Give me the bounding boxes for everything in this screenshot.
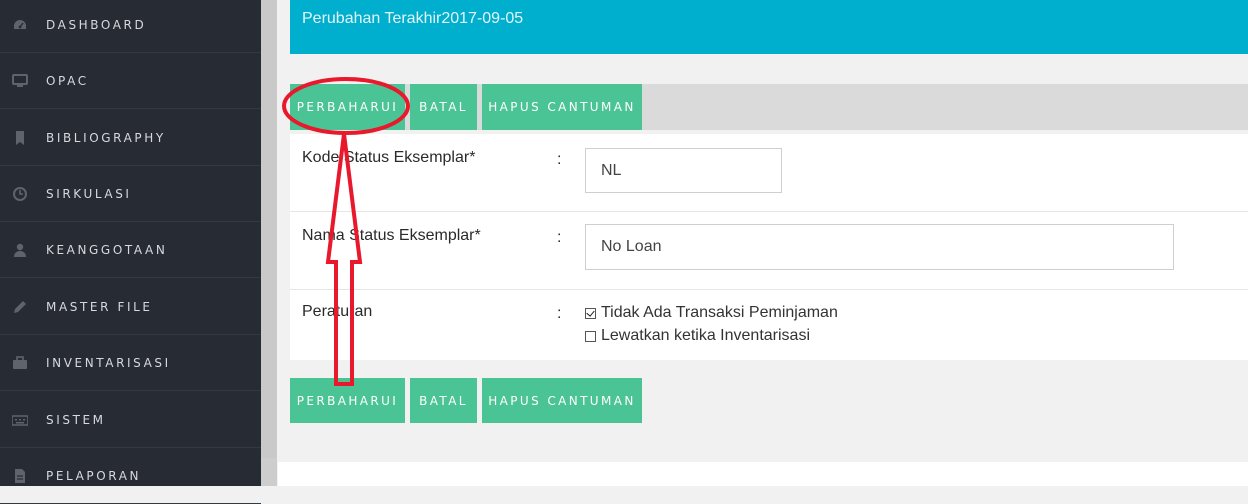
- skip-inventory-checkbox[interactable]: [585, 330, 596, 342]
- file-icon: [12, 468, 28, 484]
- user-icon: [12, 242, 28, 258]
- sidebar-item-opac[interactable]: OPAC: [0, 53, 261, 109]
- sidebar-item-label: DASHBOARD: [46, 17, 147, 32]
- no-loan-transaction-checkbox[interactable]: [585, 307, 596, 319]
- bottom-panel: [278, 462, 1248, 486]
- code-label: Kode Status Eksemplar*: [302, 149, 476, 166]
- no-loan-transaction-label: Tidak Ada Transaksi Peminjaman: [601, 304, 838, 321]
- sidebar-item-master-file[interactable]: MASTER FILE: [0, 279, 261, 335]
- bookmark-icon: [12, 130, 28, 146]
- sidebar-divider-bottom: [261, 458, 277, 486]
- sidebar-divider: [261, 0, 277, 458]
- code-input[interactable]: [585, 148, 782, 193]
- row-divider: [290, 211, 1248, 212]
- rules-colon: :: [557, 305, 562, 322]
- delete-record-button-top[interactable]: HAPUS CANTUMAN: [482, 84, 642, 130]
- row-divider: [290, 289, 1248, 290]
- sidebar-item-label: OPAC: [46, 73, 89, 88]
- cancel-button-bottom[interactable]: BATAL: [410, 378, 477, 423]
- sidebar: DASHBOARD OPAC BIBLIOGRAPHY SIRKULASI KE…: [0, 0, 261, 504]
- sidebar-item-bibliography[interactable]: BIBLIOGRAPHY: [0, 110, 261, 166]
- sidebar-item-label: SISTEM: [46, 412, 106, 427]
- sidebar-item-inventarisasi[interactable]: INVENTARISASI: [0, 335, 261, 391]
- update-button-top[interactable]: PERBAHARUI: [290, 84, 405, 130]
- update-button-bottom[interactable]: PERBAHARUI: [290, 378, 405, 423]
- rules-label: Peraturan: [302, 303, 373, 320]
- sidebar-item-label: KEANGGOTAAN: [46, 242, 168, 257]
- clock-icon: [12, 186, 28, 202]
- briefcase-icon: [12, 355, 28, 371]
- sidebar-item-label: MASTER FILE: [46, 299, 153, 314]
- sidebar-item-sirkulasi[interactable]: SIRKULASI: [0, 166, 261, 222]
- sidebar-item-label: INVENTARISASI: [46, 355, 171, 370]
- sidebar-item-label: SIRKULASI: [46, 186, 132, 201]
- sidebar-item-label: PELAPORAN: [46, 468, 142, 483]
- dashboard-icon: [12, 17, 28, 33]
- pencil-icon: [12, 299, 28, 315]
- skip-inventory-label: Lewatkan ketika Inventarisasi: [601, 327, 810, 344]
- no-loan-transaction-option[interactable]: Tidak Ada Transaksi Peminjaman: [585, 304, 838, 322]
- keyboard-icon: [12, 412, 28, 428]
- name-colon: :: [557, 229, 562, 246]
- monitor-icon: [12, 73, 28, 89]
- sidebar-item-keanggotaan[interactable]: KEANGGOTAAN: [0, 222, 261, 278]
- sidebar-item-label: BIBLIOGRAPHY: [46, 130, 166, 145]
- name-label: Nama Status Eksemplar*: [302, 227, 481, 244]
- sidebar-item-sistem[interactable]: SISTEM: [0, 392, 261, 448]
- sidebar-item-pelaporan[interactable]: PELAPORAN: [0, 448, 261, 504]
- skip-inventory-option[interactable]: Lewatkan ketika Inventarisasi: [585, 327, 810, 345]
- delete-record-button-bottom[interactable]: HAPUS CANTUMAN: [482, 378, 642, 423]
- code-colon: :: [557, 151, 562, 168]
- last-changed-text: Perubahan Terakhir2017-09-05: [302, 10, 524, 27]
- name-input[interactable]: [585, 224, 1174, 270]
- sidebar-item-dashboard[interactable]: DASHBOARD: [0, 0, 261, 53]
- cancel-button-top[interactable]: BATAL: [410, 84, 477, 130]
